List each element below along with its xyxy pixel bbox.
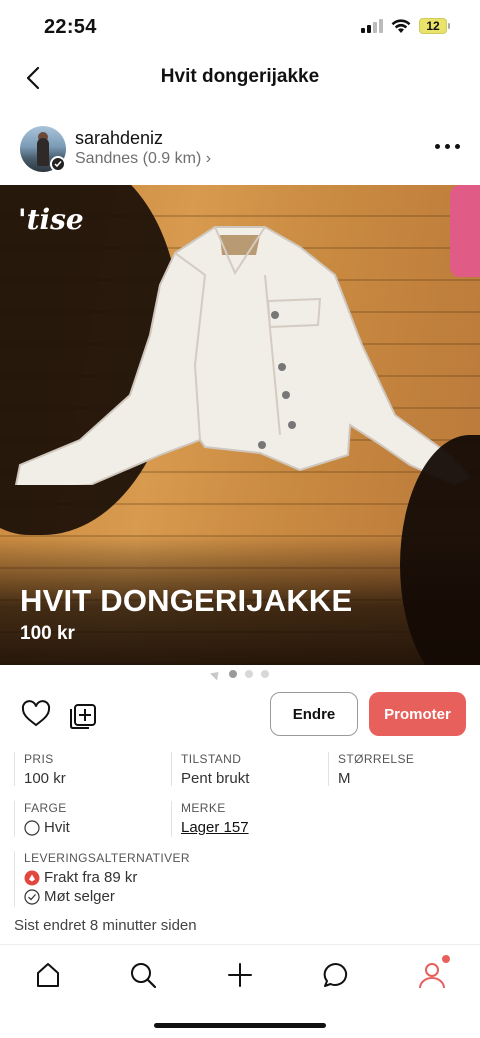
listing-title: HVIT DONGERIJAKKE (20, 583, 353, 618)
attr-color-value: Hvit (44, 819, 70, 836)
chevron-right-icon: › (205, 150, 212, 167)
plus-icon (228, 963, 252, 987)
seller-location-text: Sandnes (0.9 km) (75, 150, 202, 167)
attr-condition-label: TILSTAND (181, 752, 242, 766)
status-icons: 12 (361, 18, 450, 34)
tise-logo: 'tise (18, 203, 84, 236)
attr-price: PRIS 100 kr (24, 752, 66, 787)
home-indicator (154, 1023, 326, 1028)
carousel-dot[interactable] (261, 670, 269, 678)
chat-icon (323, 962, 348, 987)
attr-brand-label: MERKE (181, 801, 226, 815)
verified-badge-icon (50, 156, 66, 172)
nav-header: Hvit dongerijakke (0, 56, 480, 100)
jacket-image (14, 226, 472, 485)
attr-size-label: STØRRELSE (338, 752, 415, 766)
delivery-meetup-row: Møt selger (24, 888, 190, 905)
notification-dot (442, 955, 450, 963)
status-bar: 22:54 12 (0, 0, 480, 56)
delivery-shipping-row: Frakt fra 89 kr (24, 869, 190, 886)
listing-price: 100 kr (20, 623, 75, 644)
wifi-icon (391, 18, 411, 33)
status-time: 22:54 (44, 16, 97, 38)
add-to-collection-button[interactable] (67, 698, 99, 730)
delivery-label: LEVERINGSALTERNATIVER (24, 851, 190, 865)
action-row: Endre Promoter (0, 690, 480, 738)
dot-icon (455, 144, 460, 149)
battery-level: 12 (419, 18, 447, 34)
like-button[interactable] (20, 698, 52, 730)
attr-condition-value: Pent brukt (181, 770, 250, 787)
home-icon (37, 963, 59, 987)
color-swatch-icon (24, 819, 40, 836)
dot-icon (445, 144, 450, 149)
tab-bar (0, 944, 480, 1004)
attr-price-label: PRIS (24, 752, 54, 766)
carousel-dot[interactable] (245, 670, 253, 678)
tab-new-listing[interactable] (220, 955, 260, 995)
add-collection-icon (70, 704, 96, 729)
tab-profile[interactable] (412, 955, 452, 995)
carousel-indicator (0, 667, 480, 681)
edit-button[interactable]: Endre (270, 692, 358, 736)
delivery-options: LEVERINGSALTERNATIVER Frakt fra 89 kr Mø… (24, 851, 190, 905)
profile-icon (419, 963, 445, 989)
delivery-meetup: Møt selger (44, 888, 115, 905)
location-arrow-icon (209, 667, 223, 681)
attr-brand: MERKE Lager 157 (181, 801, 249, 836)
attr-condition: TILSTAND Pent brukt (181, 752, 249, 787)
heart-icon (21, 700, 51, 727)
tab-home[interactable] (28, 955, 68, 995)
seller-row: sarahdeniz Sandnes (0.9 km) › (0, 124, 480, 176)
battery-icon: 12 (419, 18, 450, 34)
product-photo[interactable]: 'tise HVIT DONGERIJAKKE 100 kr (0, 185, 480, 665)
more-options-button[interactable] (433, 138, 462, 155)
attr-size-value: M (338, 770, 351, 787)
check-circle-icon (24, 888, 40, 905)
seller-location[interactable]: Sandnes (0.9 km) › (75, 150, 211, 168)
tab-messages[interactable] (316, 955, 356, 995)
attr-price-value: 100 kr (24, 770, 66, 787)
search-icon (131, 963, 157, 989)
delivery-shipping: Frakt fra 89 kr (44, 869, 138, 886)
shipping-icon (24, 870, 40, 885)
page-title: Hvit dongerijakke (160, 66, 320, 87)
carousel-dot[interactable] (229, 670, 237, 678)
seller-username[interactable]: sarahdeniz (75, 128, 163, 149)
brand-link[interactable]: Lager 157 (181, 819, 249, 836)
attr-size: STØRRELSE M (338, 752, 414, 787)
dot-icon (435, 144, 440, 149)
last-updated: Sist endret 8 minutter siden (14, 917, 197, 934)
cellular-signal-icon (361, 19, 383, 33)
attr-color-label: FARGE (24, 801, 67, 815)
attr-color-value-row: Hvit (24, 819, 70, 836)
attr-color: FARGE Hvit (24, 801, 70, 836)
tab-search[interactable] (123, 955, 163, 995)
promote-button[interactable]: Promoter (369, 692, 466, 736)
